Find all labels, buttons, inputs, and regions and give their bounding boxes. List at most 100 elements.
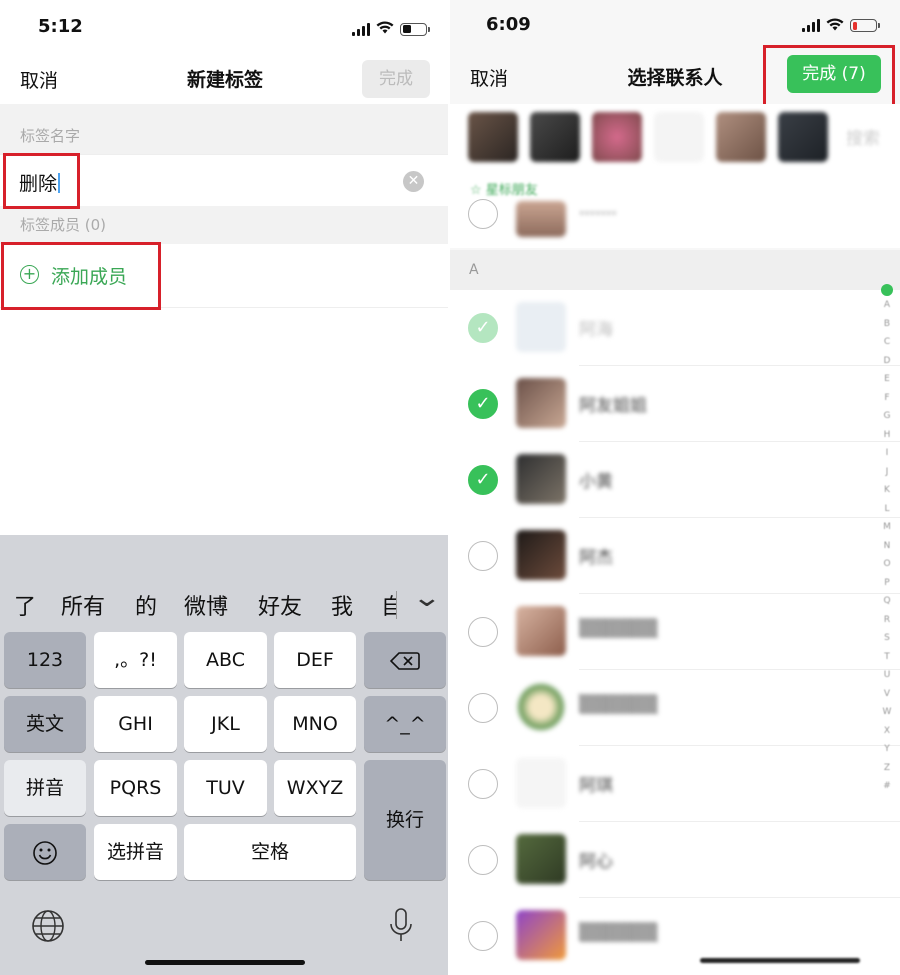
index-letter[interactable]: W xyxy=(880,707,894,726)
checkbox-checked[interactable]: ✓ xyxy=(468,389,498,419)
candidate-divider xyxy=(396,591,397,619)
avatar xyxy=(516,201,566,237)
index-letter[interactable]: R xyxy=(880,615,894,634)
index-letter[interactable]: O xyxy=(880,559,894,578)
contact-row[interactable]: ▒▒▒▒▒▒ xyxy=(450,670,900,746)
keyboard: 了 所有 的 微博 好友 我 自 ⌄ 123 ,。?! ABC DEF 英文 G… xyxy=(0,535,450,975)
index-letter[interactable]: G xyxy=(880,411,894,430)
backspace-icon xyxy=(389,651,420,670)
nav-bar: 取消 选择联系人 完成 (7) xyxy=(450,50,900,102)
microphone-icon[interactable] xyxy=(388,907,414,949)
key-enter[interactable]: 换行 xyxy=(364,760,446,880)
contact-name: 阿杰 xyxy=(579,548,613,568)
add-member-row[interactable]: + 添加成员 xyxy=(0,244,450,308)
index-letter[interactable]: C xyxy=(880,337,894,356)
candidate-word[interactable]: 了 xyxy=(14,589,36,621)
checkbox[interactable] xyxy=(468,541,498,571)
index-letter[interactable]: Q xyxy=(880,596,894,615)
index-letter[interactable]: X xyxy=(880,726,894,745)
key-abc[interactable]: ABC xyxy=(184,632,267,688)
avatar[interactable] xyxy=(592,112,642,162)
select-contacts-screen: 6:09 取消 选择联系人 完成 (7) 搜索 ☆ 星标朋友 ······· A… xyxy=(450,0,900,975)
add-member-label: 添加成员 xyxy=(51,266,128,288)
index-letter[interactable]: I xyxy=(880,448,894,467)
key-ghi[interactable]: GHI xyxy=(94,696,177,752)
index-letter[interactable]: H xyxy=(880,430,894,449)
key-jkl[interactable]: JKL xyxy=(184,696,267,752)
candidate-word[interactable]: 微博 xyxy=(184,589,228,621)
alphabet-index[interactable]: A B C D E F G H I J K L M N O P Q R S T U V W X Y Z # xyxy=(880,282,894,800)
key-pinyin[interactable]: 拼音 xyxy=(4,760,86,816)
key-emoticon[interactable]: ^_^ xyxy=(364,696,446,752)
key-wxyz[interactable]: WXYZ xyxy=(274,760,356,816)
index-letter[interactable]: B xyxy=(880,319,894,338)
status-bar: 5:12 ︎ xyxy=(0,0,450,50)
signal-icon xyxy=(802,19,820,32)
avatar[interactable] xyxy=(716,112,766,162)
index-letter[interactable]: K xyxy=(880,485,894,504)
index-letter[interactable]: # xyxy=(880,781,894,800)
index-letter[interactable]: T xyxy=(880,652,894,671)
candidate-bar: 了 所有 的 微博 好友 我 自 ⌄ xyxy=(0,583,450,629)
search-input[interactable]: 搜索 xyxy=(846,124,880,149)
contact-list: ✓ 阿海 ✓ 阿友姐姐 ✓ 小黄 阿杰 ▒▒▒▒▒▒ ▒▒▒▒▒▒ 阿琪 阿心 … xyxy=(450,290,900,975)
index-letter[interactable]: U xyxy=(880,670,894,689)
emoji-key[interactable] xyxy=(4,824,86,880)
index-letter[interactable]: Y xyxy=(880,744,894,763)
checkbox[interactable] xyxy=(468,921,498,951)
key-choose-pinyin[interactable]: 选拼音 xyxy=(94,824,177,880)
candidate-word[interactable]: 的 xyxy=(135,589,157,621)
wifi-icon xyxy=(826,16,844,35)
avatar[interactable] xyxy=(654,112,704,162)
space-key[interactable]: 空格 xyxy=(184,824,356,880)
key-punctuation[interactable]: ,。?! xyxy=(94,632,177,688)
key-english[interactable]: 英文 xyxy=(4,696,86,752)
globe-icon[interactable] xyxy=(31,909,65,947)
checkbox-checked[interactable]: ✓ xyxy=(468,465,498,495)
checkbox[interactable] xyxy=(468,693,498,723)
checkbox[interactable] xyxy=(468,769,498,799)
wifi-icon: ︎ xyxy=(376,20,394,38)
key-mno[interactable]: MNO xyxy=(274,696,356,752)
tag-name-field[interactable]: 删除 ✕ xyxy=(0,154,450,206)
index-letter[interactable]: P xyxy=(880,578,894,597)
index-letter[interactable]: N xyxy=(880,541,894,560)
checkbox[interactable] xyxy=(468,845,498,875)
key-tuv[interactable]: TUV xyxy=(184,760,267,816)
contact-row[interactable]: ✓ 小黄 xyxy=(450,442,900,518)
done-button-disabled[interactable]: 完成 xyxy=(362,60,430,98)
index-letter[interactable]: M xyxy=(880,522,894,541)
index-search-dot[interactable] xyxy=(881,284,893,296)
contact-row[interactable]: ✓ 阿友姐姐 xyxy=(450,366,900,442)
done-button[interactable]: 完成 (7) xyxy=(787,55,881,93)
contact-row[interactable]: ▒▒▒▒▒▒ xyxy=(450,594,900,670)
key-def[interactable]: DEF xyxy=(274,632,356,688)
candidate-word[interactable]: 自 xyxy=(381,589,397,621)
checkbox[interactable] xyxy=(468,199,498,229)
clear-icon[interactable]: ✕ xyxy=(403,171,424,192)
key-pqrs[interactable]: PQRS xyxy=(94,760,177,816)
index-letter[interactable]: E xyxy=(880,374,894,393)
candidate-word[interactable]: 好友 xyxy=(258,589,302,621)
key-123[interactable]: 123 xyxy=(4,632,86,688)
contact-row[interactable]: 阿心 xyxy=(450,822,900,898)
index-letter[interactable]: L xyxy=(880,504,894,523)
candidate-word[interactable]: 所有 xyxy=(61,589,105,621)
index-letter[interactable]: J xyxy=(880,467,894,486)
index-letter[interactable]: F xyxy=(880,393,894,412)
index-letter[interactable]: D xyxy=(880,356,894,375)
contact-row[interactable]: 阿杰 xyxy=(450,518,900,594)
index-letter[interactable]: V xyxy=(880,689,894,708)
backspace-key[interactable] xyxy=(364,632,446,688)
index-letter[interactable]: S xyxy=(880,633,894,652)
avatar[interactable] xyxy=(530,112,580,162)
index-letter[interactable]: Z xyxy=(880,763,894,782)
avatar[interactable] xyxy=(778,112,828,162)
candidate-word[interactable]: 我 xyxy=(331,589,353,621)
avatar[interactable] xyxy=(468,112,518,162)
chevron-down-icon[interactable]: ⌄ xyxy=(412,583,443,613)
checkbox[interactable] xyxy=(468,617,498,647)
index-letter[interactable]: A xyxy=(880,300,894,319)
contact-row[interactable]: 阿琪 xyxy=(450,746,900,822)
contact-row[interactable]: ✓ 阿海 xyxy=(450,290,900,366)
